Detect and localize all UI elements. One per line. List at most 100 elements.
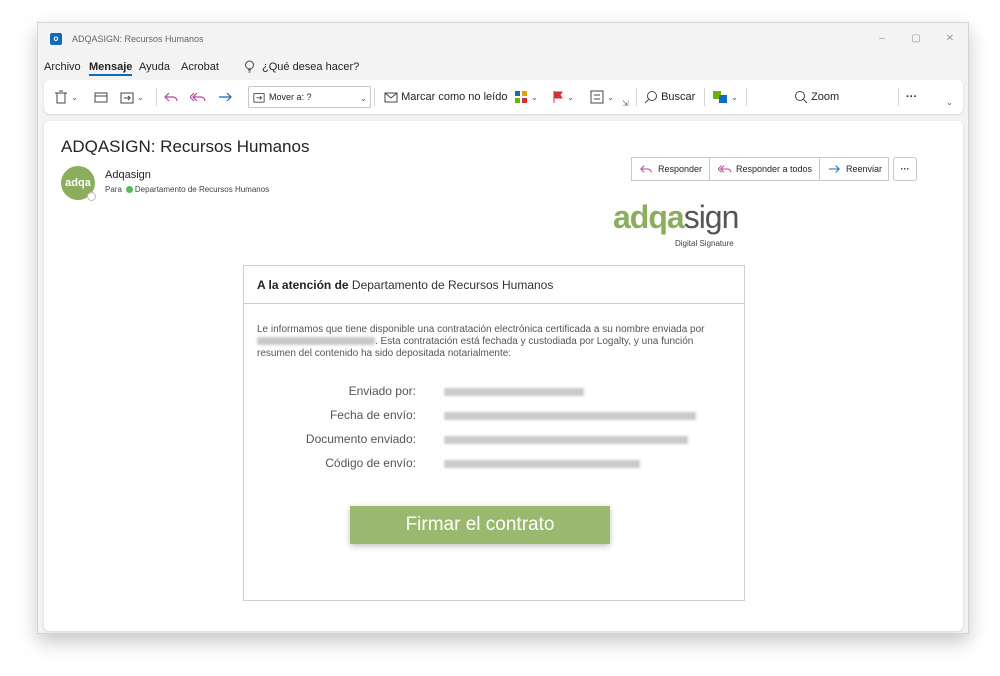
trash-icon	[55, 90, 67, 104]
chevron-down-icon: ⌄	[731, 93, 738, 102]
logo-part1: adqa	[613, 199, 685, 235]
reply-icon	[640, 165, 652, 173]
menu-archivo[interactable]: Archivo	[44, 61, 81, 73]
reply-button[interactable]: Responder	[631, 157, 710, 181]
chevron-down-icon: ⌄	[567, 93, 574, 102]
expand-ribbon-button[interactable]: ⌄	[946, 92, 953, 112]
move-to-value: Mover a: ?	[269, 92, 312, 102]
intro-paragraph: Le informamos que tiene disponible una c…	[257, 324, 732, 360]
tell-me-search[interactable]: ¿Qué desea hacer?	[262, 61, 359, 73]
translate-icon	[713, 91, 727, 104]
move-to-chevron-button[interactable]: ⌄	[360, 88, 367, 108]
sign-contract-button[interactable]: Firmar el contrato	[350, 506, 610, 544]
email-subject: ADQASIGN: Recursos Humanos	[61, 137, 310, 156]
sender-name[interactable]: Adqasign	[105, 169, 151, 181]
intro-line-1: Le informamos que tiene disponible una c…	[257, 324, 705, 335]
logo-tagline: Digital Signature	[675, 239, 734, 248]
field-label: Fecha de envío:	[329, 408, 416, 422]
archive-button[interactable]	[94, 87, 108, 107]
field-label: Documento enviado:	[305, 432, 416, 446]
chevron-down-icon: ⌄	[946, 98, 953, 107]
search-icon	[644, 91, 657, 104]
chevron-down-icon: ⌄	[71, 93, 78, 102]
move-to-dropdown[interactable]: Mover a: ?	[248, 86, 371, 108]
reply-label: Responder	[658, 164, 703, 174]
flag-icon	[553, 91, 563, 104]
flag-button[interactable]: ⌄	[552, 87, 574, 107]
field-row: Código de envío:	[244, 456, 744, 472]
rules-icon	[590, 90, 604, 104]
folder-move-icon	[253, 93, 265, 103]
outlook-app-icon: o	[50, 33, 62, 45]
reply-all-label: Responder a todos	[736, 164, 813, 174]
logo-part2: sign	[683, 199, 740, 235]
forward-ribbon-button[interactable]	[218, 87, 232, 107]
translate-button[interactable]: ⌄	[712, 87, 738, 107]
redacted-value	[444, 388, 584, 396]
lightbulb-icon	[245, 60, 254, 73]
intro-line-2: . Esta contratación está fechada y custo…	[375, 336, 694, 347]
categories-icon	[515, 91, 527, 104]
adqasign-logo: adqasign	[613, 199, 740, 236]
search-button[interactable]: Buscar	[644, 87, 695, 107]
reply-all-icon	[718, 165, 732, 173]
heading-bold: A la atención de	[257, 278, 349, 292]
chevron-down-icon: ⌄	[531, 93, 538, 102]
dialog-launcher-icon[interactable]: ⇲	[622, 94, 629, 114]
title-bar: o ADQASIGN: Recursos Humanos – ▢ ✕	[38, 23, 968, 55]
card-heading: A la atención de Departamento de Recurso…	[257, 278, 553, 292]
close-button[interactable]: ✕	[942, 31, 958, 47]
mark-unread-button[interactable]: Marcar como no leído	[384, 87, 507, 107]
delete-button[interactable]: ⌄	[54, 87, 78, 107]
field-row: Fecha de envío:	[244, 408, 744, 424]
move-button[interactable]: ⌄	[120, 87, 144, 107]
menu-acrobat[interactable]: Acrobat	[181, 61, 219, 73]
forward-label: Reenviar	[846, 164, 883, 174]
zoom-icon	[795, 91, 808, 104]
menu-mensaje[interactable]: Mensaje	[89, 61, 133, 76]
undo-reply-button[interactable]	[164, 87, 178, 107]
more-options-button[interactable]: ···	[906, 87, 917, 107]
forward-button[interactable]: Reenviar	[819, 157, 889, 181]
separator	[636, 88, 637, 106]
search-label: Buscar	[661, 91, 696, 103]
window-title: ADQASIGN: Recursos Humanos	[72, 34, 204, 44]
recipient-line: Para Departamento de Recursos Humanos	[105, 185, 269, 194]
rules-button[interactable]: ⌄	[590, 87, 614, 107]
mark-unread-label: Marcar como no leído	[401, 91, 508, 103]
recipient-name[interactable]: Departamento de Recursos Humanos	[135, 185, 269, 194]
redacted-sender	[257, 337, 375, 346]
reading-pane: ADQASIGN: Recursos Humanos adqa Adqasign…	[44, 121, 963, 631]
field-row: Enviado por:	[244, 384, 744, 400]
to-label: Para	[105, 185, 122, 194]
categorize-button[interactable]: ⌄	[514, 87, 538, 107]
redacted-value	[444, 460, 640, 468]
minimize-button[interactable]: –	[874, 31, 890, 47]
separator	[156, 88, 157, 106]
chevron-down-icon: ⌄	[137, 93, 144, 102]
chevron-down-icon: ⌄	[607, 93, 614, 102]
field-label: Código de envío:	[325, 456, 416, 470]
reply-icon	[164, 92, 178, 102]
zoom-button[interactable]: Zoom	[794, 87, 839, 107]
field-label: Enviado por:	[348, 384, 416, 398]
message-more-button[interactable]: ···	[893, 157, 917, 181]
reply-all-button[interactable]: Responder a todos	[709, 157, 820, 181]
ribbon-toolbar: ⌄ ⌄ Mover a: ? ⌄ Marcar como no leído ⌄ …	[44, 80, 963, 114]
folder-move-icon	[120, 92, 134, 104]
forward-icon	[219, 92, 232, 102]
intro-line-3: resumen del contenido ha sido depositada…	[257, 348, 512, 359]
heading-department: Departamento de Recursos Humanos	[351, 278, 554, 292]
redacted-value	[444, 436, 688, 444]
menu-ayuda[interactable]: Ayuda	[139, 61, 170, 73]
restore-button[interactable]: ▢	[908, 31, 924, 47]
field-row: Documento enviado:	[244, 432, 744, 448]
reply-all-ribbon-button[interactable]	[189, 87, 206, 107]
presence-status-icon	[87, 192, 96, 201]
separator	[898, 88, 899, 106]
redacted-value	[444, 412, 696, 420]
zoom-label: Zoom	[811, 91, 840, 103]
separator	[746, 88, 747, 106]
forward-icon	[828, 165, 840, 173]
outlook-window: o ADQASIGN: Recursos Humanos – ▢ ✕ Archi…	[37, 22, 969, 634]
